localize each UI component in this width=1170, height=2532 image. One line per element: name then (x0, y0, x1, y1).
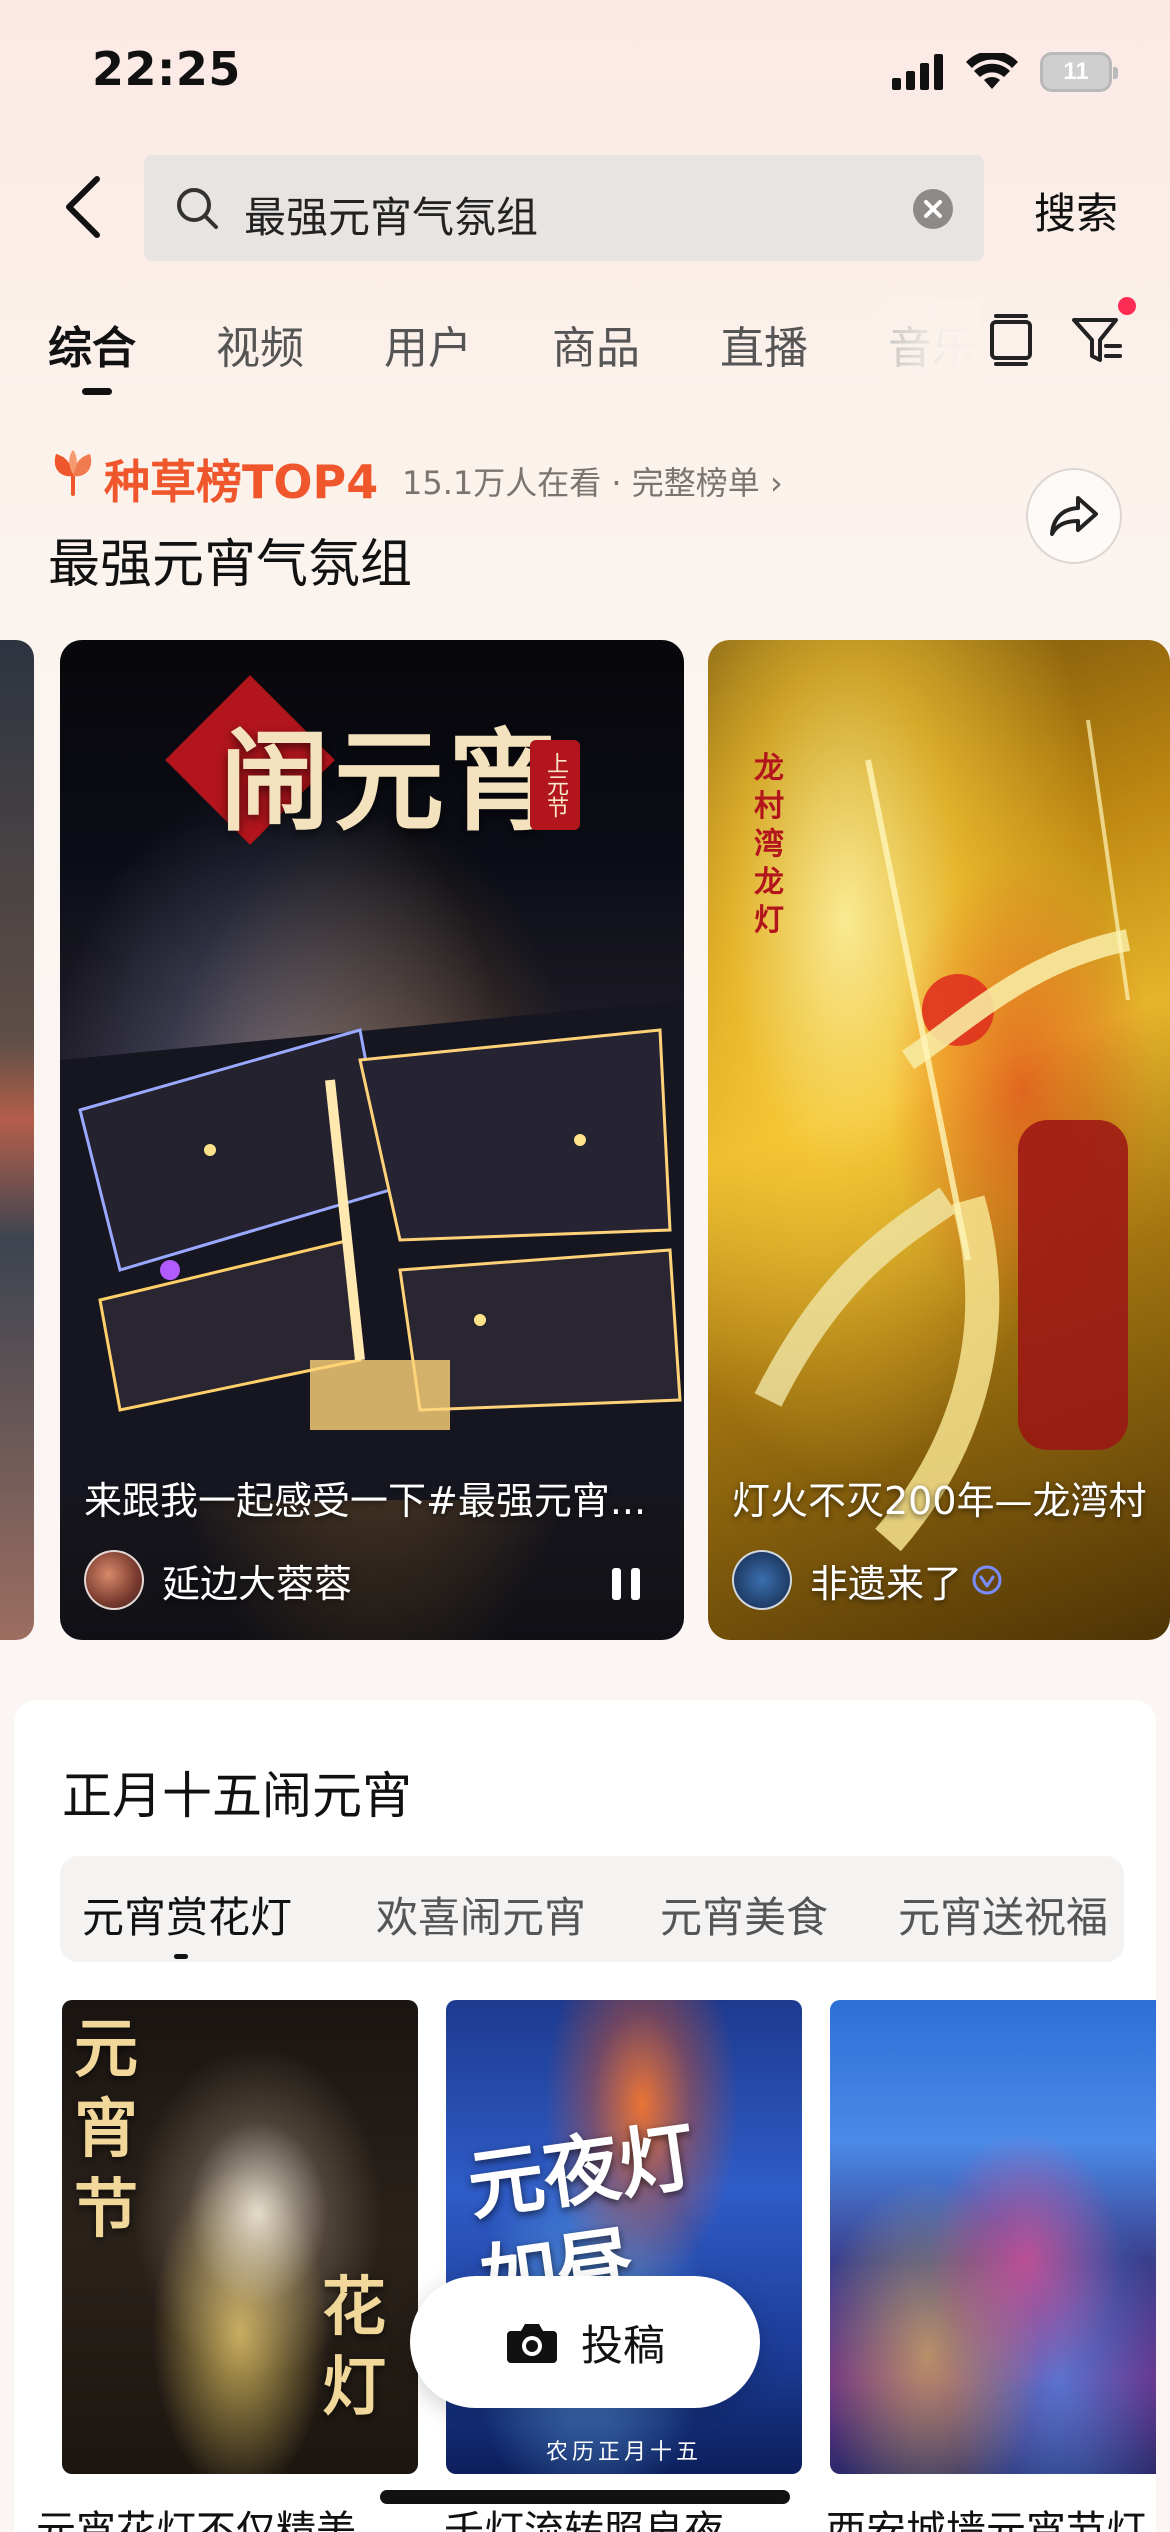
video-card-previous[interactable] (0, 640, 34, 1640)
layers-icon[interactable] (986, 312, 1036, 368)
card-small-seal: 上元节 (530, 740, 580, 830)
tab-products[interactable]: 商品 (552, 312, 640, 376)
pause-icon[interactable] (606, 1564, 646, 1604)
thumbnail-caption[interactable]: 元宵花灯不仅精美 (36, 2498, 416, 2532)
tab-live[interactable]: 直播 (720, 312, 808, 376)
filter-notification-dot (1118, 297, 1136, 315)
video-caption: 来跟我一起感受一下#最强元宵... (84, 1479, 647, 1523)
ranking-title: 最强元宵气氛组 (48, 535, 413, 595)
thumbnail-subtext: 农历正月十五 (546, 2440, 703, 2465)
active-subtab-indicator (174, 1954, 188, 1959)
signal-icon (892, 54, 943, 90)
clear-icon[interactable] (912, 188, 954, 230)
status-bar: 22:25 11 (0, 0, 1170, 150)
battery-level: 11 (1063, 58, 1089, 85)
thumbnail-art-text: 花灯 (322, 2270, 386, 2425)
thumbnail-art-text: 元宵节 (74, 2012, 138, 2247)
status-icons: 11 (892, 52, 1118, 92)
thumbnail-caption[interactable]: 西安城墙元宵节灯 (826, 2498, 1156, 2532)
battery-icon: 11 (1040, 52, 1118, 92)
video-card[interactable]: 闹元宵 上元节 来跟我一起感受一下#最强元宵... 延边大蓉蓉 (60, 640, 684, 1640)
video-author[interactable]: 延边大蓉蓉 (162, 1553, 352, 1608)
share-icon (1050, 496, 1098, 536)
category-tabs: 综合 视频 用户 商品 直播 音乐 (0, 300, 1170, 410)
back-arrow-icon (66, 176, 100, 238)
search-header: 最强元宵气氛组 搜索 (0, 150, 1170, 270)
verified-icon (972, 1565, 1002, 1595)
festival-thumbnails: 元宵节 花灯 元夜灯如昼 农历正月十五 元宵花灯不仅精美 千灯流转照良夜 西安城… (14, 2000, 1156, 2532)
search-results-page: 22:25 11 最强元宵气氛组 搜索 综合 视频 用户 商品 直播 种草榜TO… (0, 0, 1170, 2532)
card-art-title: 闹元宵 (220, 717, 562, 846)
back-button[interactable] (48, 172, 118, 242)
video-card[interactable]: 龙村湾龙灯 灯火不灭200年—龙湾村 非遗来了 (708, 640, 1170, 1640)
subtab-celebration[interactable]: 欢喜闹元宵 (376, 1884, 586, 1945)
camera-icon (506, 2324, 557, 2363)
share-button[interactable] (1026, 468, 1122, 564)
section-title: 正月十五闹元宵 (62, 1767, 412, 1825)
active-tab-indicator (82, 388, 112, 395)
subtab-blessings[interactable]: 元宵送祝福 (898, 1884, 1108, 1945)
tab-users[interactable]: 用户 (384, 312, 472, 376)
festival-subtabs: 元宵赏花灯 欢喜闹元宵 元宵美食 元宵送祝福 (60, 1856, 1124, 1962)
subtab-food[interactable]: 元宵美食 (660, 1884, 828, 1945)
tabs-fade (870, 300, 980, 390)
video-author[interactable]: 非遗来了 (810, 1553, 962, 1608)
city-night-scene (60, 1000, 684, 1500)
search-icon (177, 188, 218, 229)
video-author-row[interactable]: 延边大蓉蓉 (84, 1550, 352, 1610)
wifi-icon (966, 53, 1018, 89)
search-query[interactable]: 最强元宵气氛组 (244, 184, 538, 245)
video-carousel[interactable]: 闹元宵 上元节 来跟我一起感受一下#最强元宵... 延边大蓉蓉 龙村湾龙灯 灯火… (0, 640, 1170, 1640)
video-author-row[interactable]: 非遗来了 (732, 1550, 1002, 1610)
video-thumbnail[interactable]: 元宵节 花灯 (62, 2000, 418, 2474)
video-caption: 灯火不灭200年—龙湾村 (732, 1479, 1147, 1523)
filter-icon[interactable] (1070, 312, 1126, 368)
post-button-label: 投稿 (580, 2320, 665, 2370)
search-submit-button[interactable]: 搜索 (1034, 180, 1118, 241)
ranking-header: 种草榜TOP4 15.1万人在看 · 完整榜单 › 最强元宵气氛组 (0, 440, 1170, 600)
ranking-meta[interactable]: 15.1万人在看 · 完整榜单 › (402, 458, 783, 504)
avatar[interactable] (84, 1550, 144, 1610)
flower-icon (54, 450, 92, 496)
home-indicator[interactable] (380, 2490, 790, 2504)
search-input[interactable]: 最强元宵气氛组 (144, 155, 984, 261)
avatar[interactable] (732, 1550, 792, 1610)
post-button[interactable]: 投稿 (410, 2276, 760, 2408)
tab-comprehensive[interactable]: 综合 (48, 312, 136, 376)
ranking-badge[interactable]: 种草榜TOP4 (104, 446, 378, 512)
video-thumbnail[interactable] (830, 2000, 1156, 2474)
subtab-lanterns[interactable]: 元宵赏花灯 (82, 1884, 292, 1945)
tab-video[interactable]: 视频 (216, 312, 304, 376)
status-time: 22:25 (92, 42, 241, 96)
